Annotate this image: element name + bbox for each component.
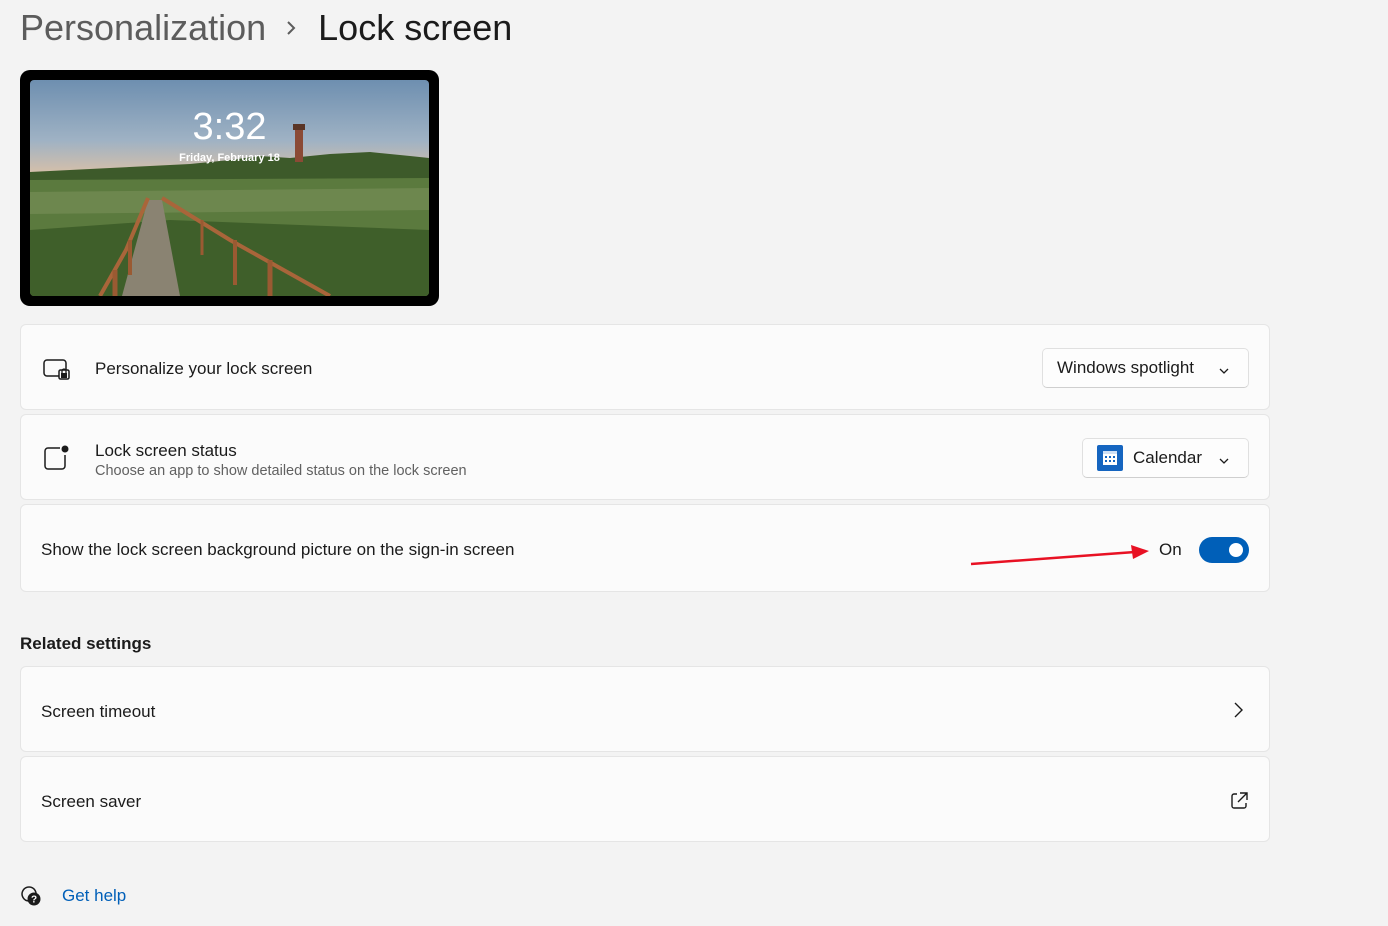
lock-screen-monitor-icon [43, 358, 71, 387]
personalize-title: Personalize your lock screen [95, 359, 313, 378]
preview-date: Friday, February 18 [179, 152, 280, 164]
signin-background-row: Show the lock screen background picture … [20, 504, 1270, 592]
chevron-down-icon [1218, 362, 1230, 382]
lock-screen-status-title: Lock screen status [95, 441, 237, 460]
get-help-icon: ? [20, 885, 42, 907]
svg-text:?: ? [31, 895, 37, 906]
lock-screen-background-value: Windows spotlight [1057, 358, 1195, 377]
page-title: Lock screen [318, 7, 513, 48]
toggle-state-label: On [1159, 540, 1182, 559]
lock-screen-preview-image: 3:32 Friday, February 18 [30, 80, 429, 296]
signin-background-title: Show the lock screen background picture … [41, 540, 515, 559]
lock-screen-status-row: Lock screen status Choose an app to show… [20, 414, 1270, 500]
lock-screen-status-icon [43, 445, 71, 476]
related-settings-heading: Related settings [20, 634, 152, 653]
preview-clock: 3:32 [192, 106, 267, 148]
annotation-arrow [970, 545, 1149, 566]
get-help-link[interactable]: Get help [62, 886, 126, 906]
lock-screen-status-subtitle: Choose an app to show detailed status on… [95, 463, 467, 479]
calendar-app-icon [1097, 445, 1123, 471]
screen-saver-label: Screen saver [41, 792, 142, 811]
get-help[interactable]: ? Get help [20, 880, 126, 912]
lock-screen-background-dropdown[interactable]: Windows spotlight [1042, 348, 1249, 388]
external-link-icon [1229, 791, 1249, 816]
lock-screen-preview: 3:32 Friday, February 18 [20, 70, 439, 306]
screen-timeout-row[interactable]: Screen timeout [20, 666, 1270, 752]
screen-saver-row[interactable]: Screen saver [20, 756, 1270, 842]
screen-timeout-label: Screen timeout [41, 702, 156, 721]
lock-screen-status-value: Calendar [1133, 448, 1202, 467]
signin-background-toggle[interactable] [1199, 537, 1249, 563]
lock-screen-status-dropdown[interactable]: Calendar [1082, 438, 1249, 478]
chevron-right-icon [1231, 701, 1245, 724]
toggle-knob [1229, 543, 1243, 557]
breadcrumb-personalization[interactable]: Personalization [20, 7, 266, 49]
breadcrumb: Personalization Lock screen [20, 2, 512, 54]
personalize-lock-screen-row: Personalize your lock screen Windows spo… [20, 324, 1270, 410]
chevron-down-icon [1218, 452, 1230, 472]
breadcrumb-chevron-icon [284, 18, 298, 38]
